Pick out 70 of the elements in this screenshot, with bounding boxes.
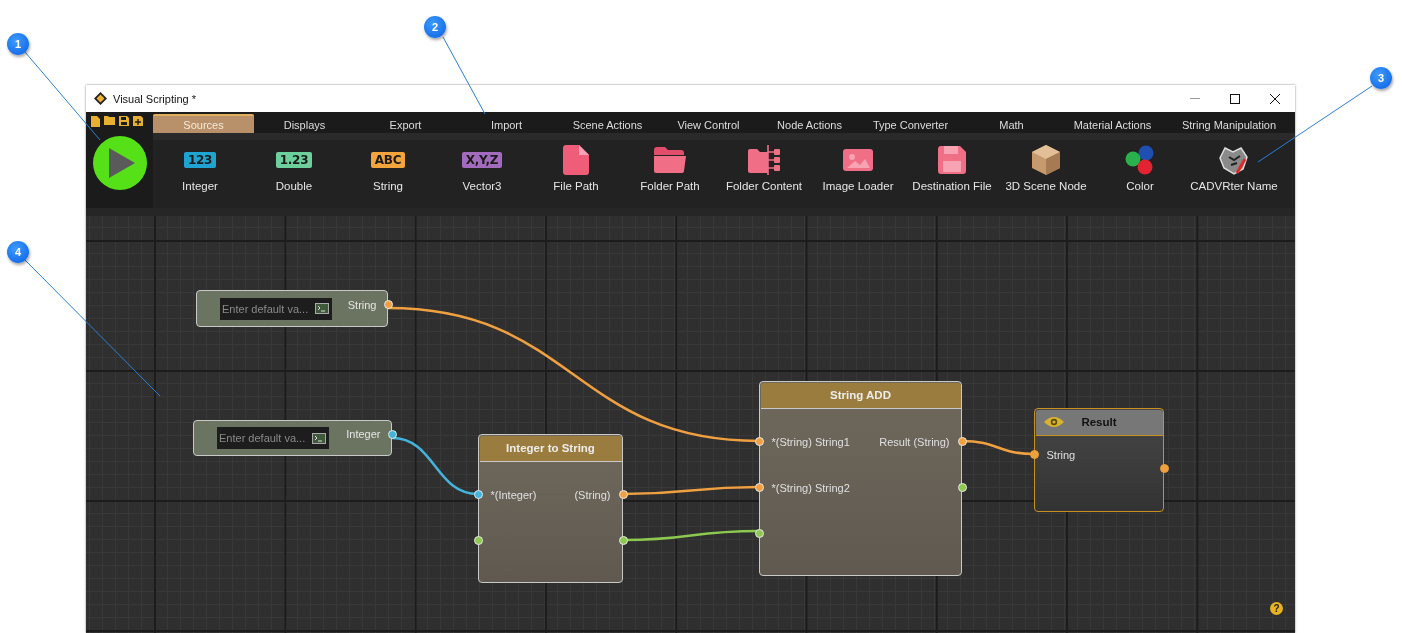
emblem-icon <box>1219 145 1249 175</box>
palette-item-label[interactable]: Double <box>275 180 313 192</box>
callout-marker: 4 <box>7 241 29 263</box>
palette-item-label[interactable]: Integer <box>182 180 218 192</box>
port-label: *(String) String2 <box>771 481 850 494</box>
file-icon[interactable] <box>91 116 100 127</box>
close-icon <box>1270 93 1280 104</box>
type-badge: 1.23 <box>275 152 313 168</box>
image-icon <box>843 149 873 171</box>
palette-item-label[interactable]: File Path <box>553 180 599 192</box>
type-badge: ABC <box>370 152 406 168</box>
terminal-icon <box>315 303 329 314</box>
palette-item-label[interactable]: Image Loader <box>822 180 894 192</box>
color-dots-icon <box>1125 145 1155 175</box>
palette-item-label[interactable]: CADVRter Name <box>1190 180 1278 192</box>
floppy-plus-icon[interactable] <box>133 116 143 126</box>
port-label: Integer <box>346 428 381 440</box>
tab[interactable]: Type Converter <box>860 114 961 133</box>
play-icon <box>108 148 135 178</box>
eye-icon[interactable] <box>1043 415 1064 428</box>
node-title: Integer to String <box>506 442 595 454</box>
port-label: String <box>347 298 377 311</box>
tab[interactable]: Scene Actions <box>557 114 658 133</box>
floppy-icon[interactable] <box>119 116 129 126</box>
folder-tree-icon <box>748 145 780 175</box>
window-title: Visual Scripting * <box>113 92 196 105</box>
terminal-button[interactable] <box>309 427 329 449</box>
palette-item-label[interactable]: Destination File <box>912 180 992 192</box>
palette-item-label[interactable]: Folder Content <box>725 180 803 192</box>
tab[interactable]: Material Actions <box>1062 114 1163 133</box>
palette-item-label[interactable]: String <box>372 180 403 192</box>
tab[interactable]: Export <box>355 114 456 133</box>
folder-icon <box>654 147 686 173</box>
terminal-icon <box>312 432 326 444</box>
app-logo-icon <box>94 92 107 105</box>
callout-marker: 3 <box>1370 67 1392 89</box>
folder-icon[interactable] <box>104 116 115 125</box>
port-dot[interactable] <box>1029 450 1039 459</box>
minimize-icon <box>1190 98 1200 99</box>
port-dot[interactable] <box>1159 464 1169 473</box>
palette-item-label[interactable]: Vector3 <box>462 180 502 192</box>
tab[interactable]: String Manipulation <box>1163 114 1295 133</box>
callout-marker: 1 <box>7 33 29 55</box>
tab[interactable]: Import <box>456 114 557 133</box>
terminal-button[interactable] <box>312 297 332 320</box>
port-label: Result (String) <box>879 435 950 448</box>
input-field[interactable]: Enter default va... <box>220 297 312 320</box>
tab[interactable]: Displays <box>254 114 355 133</box>
run-button[interactable] <box>92 136 147 190</box>
port-label: String <box>1046 448 1076 461</box>
callout-marker: 2 <box>424 16 446 38</box>
file-icon <box>563 145 589 175</box>
tab[interactable]: Node Actions <box>759 114 860 133</box>
floppy-icon <box>938 146 966 174</box>
node-title: Result <box>1081 416 1117 428</box>
help-button[interactable]: ? <box>1270 602 1283 615</box>
input-field[interactable]: Enter default va... <box>217 427 309 449</box>
port-label: *(Integer) <box>490 488 537 501</box>
palette-item-label[interactable]: Color <box>1126 180 1154 192</box>
maximize-icon <box>1230 93 1240 104</box>
port-label: *(String) String1 <box>771 435 850 448</box>
type-badge: X,Y,Z <box>461 152 503 168</box>
palette-item-label[interactable]: Folder Path <box>640 180 700 192</box>
cube-icon <box>1032 145 1060 175</box>
tab[interactable]: View Control <box>658 114 759 133</box>
palette-item-label[interactable]: 3D Scene Node <box>1005 180 1087 192</box>
tab[interactable]: Math <box>961 114 1062 133</box>
type-badge: 123 <box>183 152 217 168</box>
node-title: String ADD <box>830 389 891 401</box>
port-label: (String) <box>574 488 611 501</box>
